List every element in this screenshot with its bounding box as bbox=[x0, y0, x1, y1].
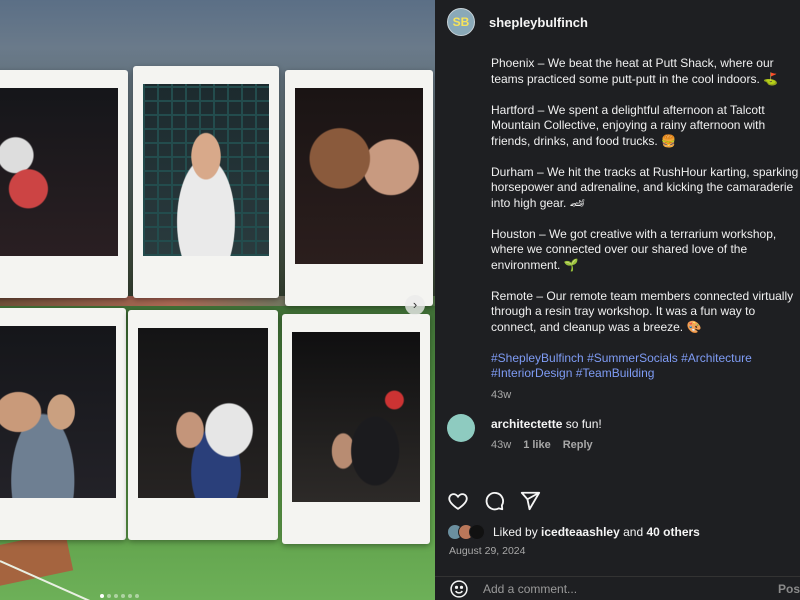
action-bar bbox=[447, 490, 541, 512]
likes-and: and bbox=[623, 525, 644, 539]
polaroid-photo bbox=[0, 308, 126, 540]
post-username[interactable]: shepleybulfinch bbox=[489, 15, 588, 30]
post-panel: SB shepleybulfinch Phoenix – We beat the… bbox=[435, 0, 800, 600]
caption-paragraph: Hartford – We spent a delightful afterno… bbox=[491, 102, 766, 148]
polaroid-photo bbox=[285, 70, 433, 306]
carousel-dot[interactable] bbox=[100, 594, 104, 598]
comment-likes[interactable]: 1 like bbox=[523, 439, 551, 451]
carousel-dot[interactable] bbox=[114, 594, 118, 598]
likes-prefix: Liked by bbox=[493, 525, 538, 539]
polaroid-photo bbox=[133, 66, 279, 298]
carousel-dot[interactable] bbox=[121, 594, 125, 598]
comment-text-line: architectette so fun! bbox=[491, 414, 602, 431]
polaroid-photo bbox=[0, 70, 128, 298]
reply-button[interactable]: Reply bbox=[563, 439, 593, 451]
comment-timestamp: 43w bbox=[491, 439, 512, 451]
liker-username[interactable]: icedteaashley bbox=[541, 525, 620, 539]
avatar[interactable]: SB bbox=[447, 8, 475, 36]
heart-icon[interactable] bbox=[447, 490, 469, 512]
carousel-dot[interactable] bbox=[107, 594, 111, 598]
post-date: August 29, 2024 bbox=[449, 545, 526, 557]
post-image[interactable]: › bbox=[0, 0, 435, 600]
avatar[interactable] bbox=[447, 414, 475, 442]
carousel-dot[interactable] bbox=[128, 594, 132, 598]
comment-input[interactable] bbox=[483, 581, 763, 596]
comment-meta: 43w 1 like Reply bbox=[491, 439, 602, 451]
polaroid-photo bbox=[128, 310, 278, 540]
caption-paragraph: Remote – Our remote team members connect… bbox=[491, 288, 794, 334]
polaroid-photo bbox=[282, 314, 430, 544]
caption-paragraph: Houston – We got creative with a terrari… bbox=[491, 226, 777, 272]
add-comment-bar: Post bbox=[435, 576, 800, 600]
caption-paragraph: Durham – We hit the tracks at RushHour k… bbox=[491, 164, 799, 210]
likes-summary: Liked by icedteaashley and 40 others bbox=[447, 524, 700, 540]
carousel-dot[interactable] bbox=[135, 594, 139, 598]
chevron-right-icon[interactable]: › bbox=[405, 295, 425, 315]
post-header: SB shepleybulfinch bbox=[447, 8, 588, 36]
share-icon[interactable] bbox=[519, 490, 541, 512]
comment-icon[interactable] bbox=[483, 490, 505, 512]
comment-text: so fun! bbox=[565, 417, 602, 431]
caption-timestamp: 43w bbox=[491, 388, 512, 401]
liker-avatars bbox=[447, 524, 485, 540]
carousel-dots bbox=[100, 594, 139, 598]
post-button[interactable]: Post bbox=[778, 582, 800, 596]
comment-username[interactable]: architectette bbox=[491, 417, 562, 431]
emoji-icon[interactable] bbox=[449, 579, 469, 599]
post-caption: Phoenix – We beat the heat at Putt Shack… bbox=[491, 56, 800, 403]
caption-paragraph: Phoenix – We beat the heat at Putt Shack… bbox=[491, 56, 779, 86]
caption-hashtags[interactable]: #ShepleyBulfinch #SummerSocials #Archite… bbox=[491, 351, 800, 382]
comment: architectette so fun! 43w 1 like Reply bbox=[447, 414, 602, 451]
likes-others[interactable]: 40 others bbox=[646, 525, 699, 539]
